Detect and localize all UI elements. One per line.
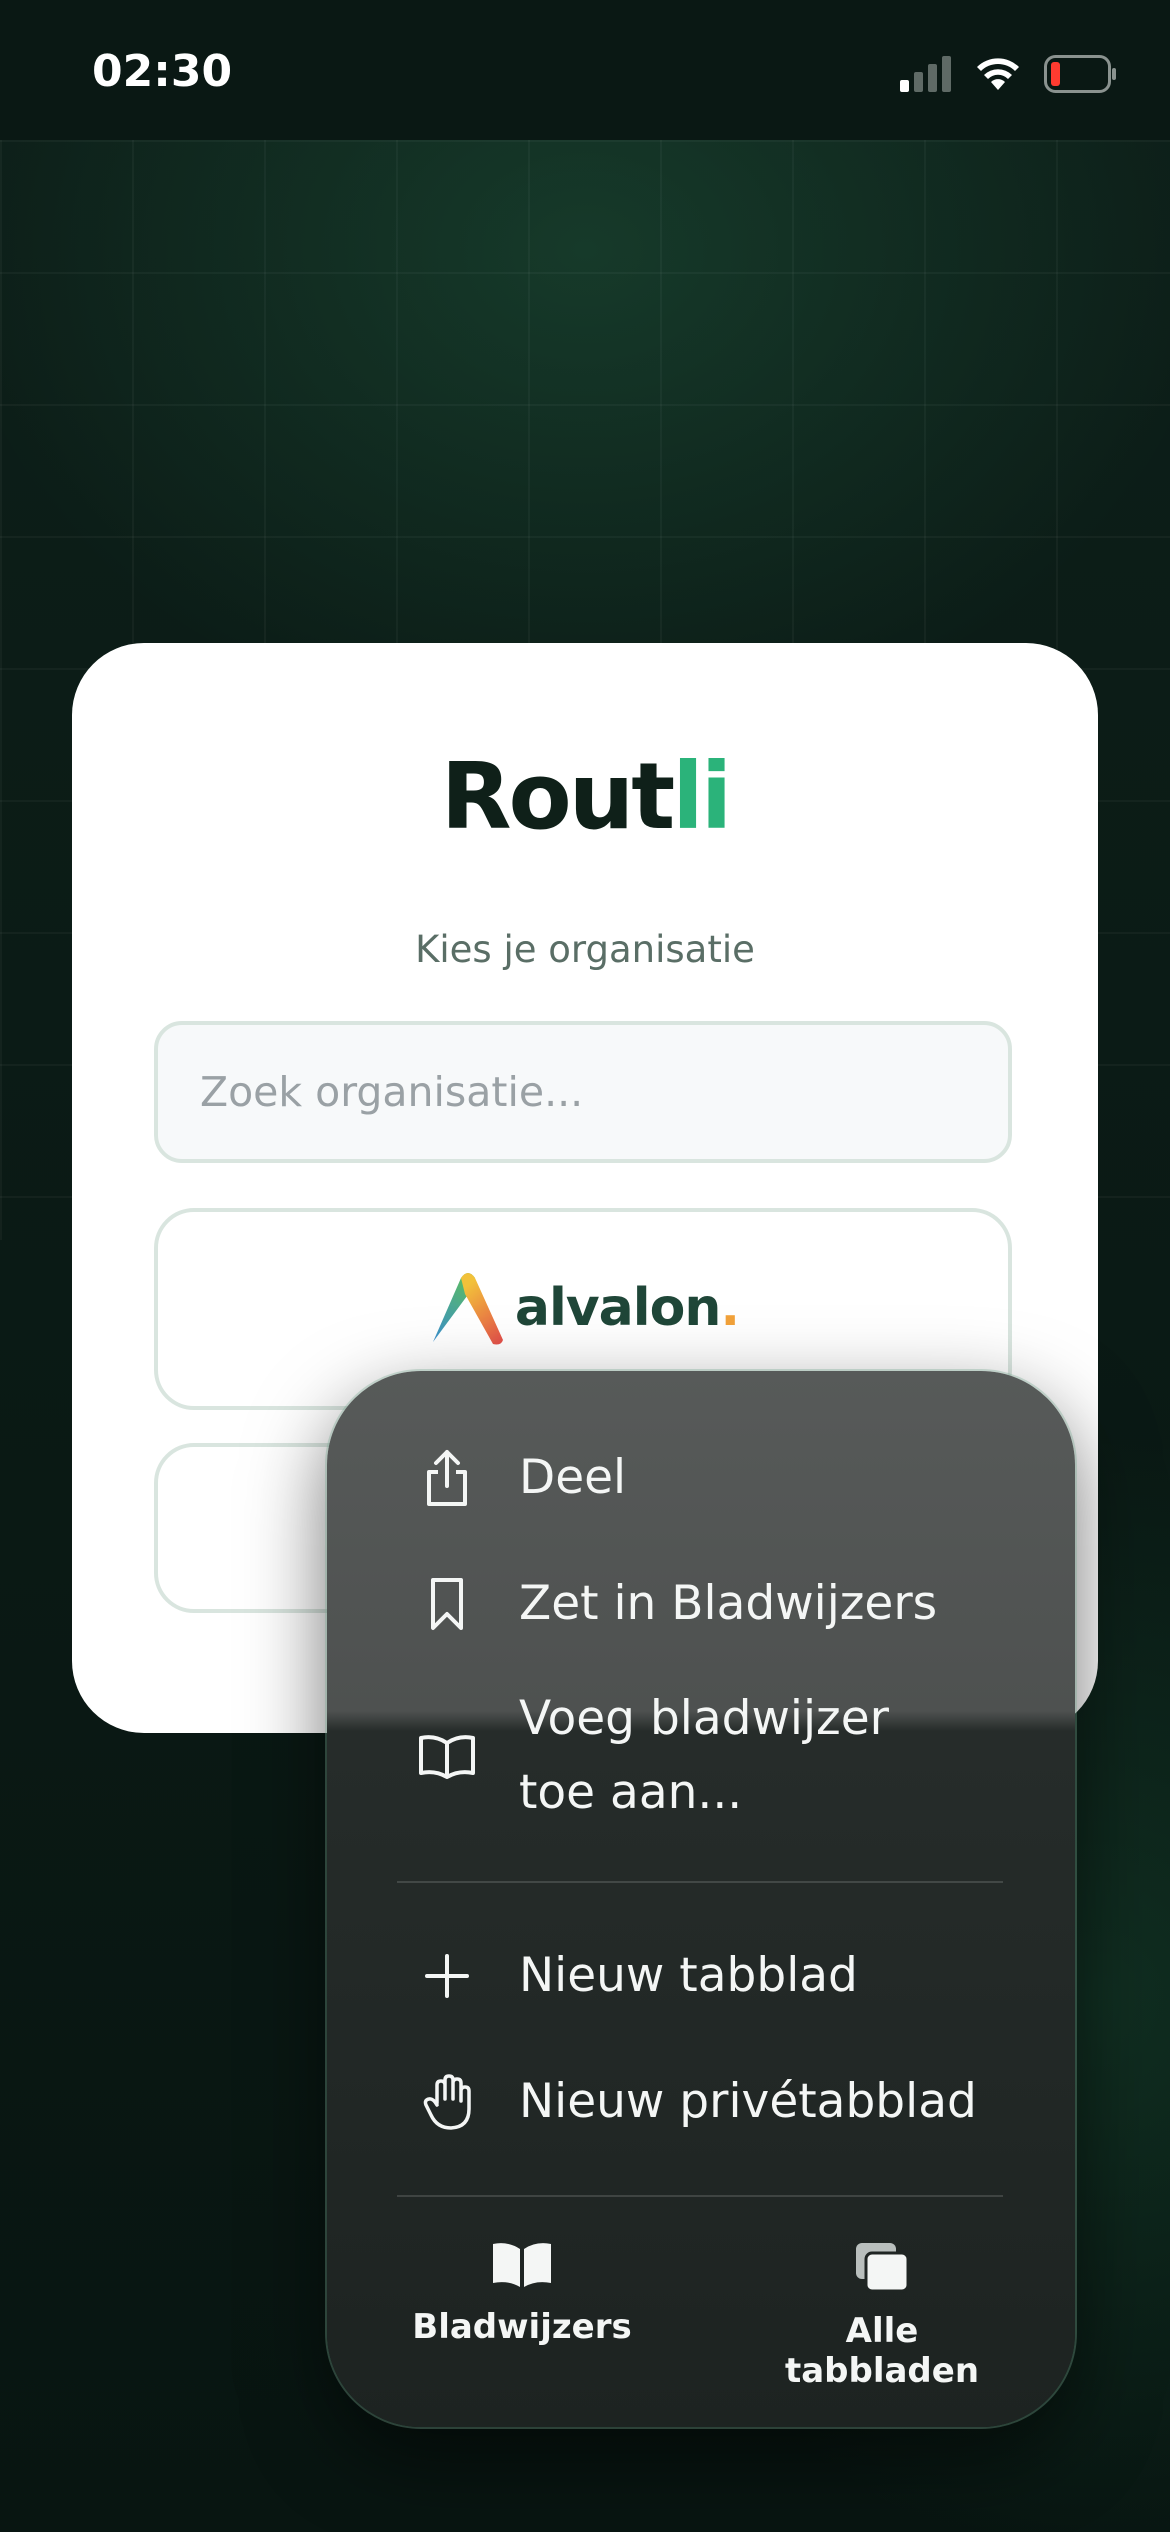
open-book-icon: [417, 1726, 477, 1786]
tabs-icon: [856, 2243, 910, 2293]
menu-separator: [397, 2195, 1003, 2197]
status-icons: [900, 52, 1118, 96]
page-subtitle: Kies je organisatie: [415, 928, 755, 971]
all-tabs-button[interactable]: Alle tabbladen: [747, 2241, 1017, 2391]
battery-icon: [1044, 55, 1116, 93]
logo-main: Rout: [440, 743, 676, 850]
bookmarks-button[interactable]: Bladwijzers: [407, 2241, 637, 2347]
menu-item-label: Voeg bladwijzer toe aan...: [519, 1691, 889, 1820]
search-organization-input[interactable]: [154, 1021, 1012, 1163]
plus-icon: [417, 1946, 477, 2006]
routli-logo: Routli: [72, 743, 1098, 850]
menu-separator: [397, 1881, 1003, 1883]
menu-item-new-private-tab[interactable]: Nieuw privétabblad: [327, 2065, 1075, 2139]
menu-item-label: Deel: [519, 1450, 627, 1505]
menu-item-label: Nieuw tabblad: [519, 1948, 858, 2003]
menu-item-label: Nieuw privétabblad: [519, 2074, 977, 2129]
status-bar: 02:30: [0, 0, 1170, 140]
cellular-signal-icon: [900, 56, 951, 92]
hand-icon: [417, 2072, 477, 2132]
organization-name: alvalon.: [514, 1278, 740, 1338]
context-menu: Deel Zet in Bladwijzers Voeg bladwijzer …: [327, 1371, 1075, 2427]
menu-item-share[interactable]: Deel: [327, 1441, 1075, 1515]
share-icon: [417, 1448, 477, 1508]
alvalon-logo-mark-icon: [432, 1273, 503, 1345]
alvalon-logo: alvalon.: [158, 1270, 1008, 1346]
menu-item-new-tab[interactable]: Nieuw tabblad: [327, 1939, 1075, 2013]
all-tabs-label: Alle tabbladen: [784, 2311, 980, 2391]
menu-item-label: Zet in Bladwijzers: [519, 1576, 938, 1631]
menu-item-add-to-bookmarks[interactable]: Zet in Bladwijzers: [327, 1567, 1075, 1641]
logo-accent: li: [672, 743, 732, 850]
menu-item-add-bookmark-to[interactable]: Voeg bladwijzer toe aan...: [327, 1681, 1075, 1831]
status-time: 02:30: [92, 46, 233, 97]
bookmarks-label: Bladwijzers: [412, 2307, 632, 2347]
wifi-icon: [977, 58, 1019, 90]
bookmark-icon: [417, 1574, 477, 1634]
book-icon: [493, 2243, 551, 2287]
